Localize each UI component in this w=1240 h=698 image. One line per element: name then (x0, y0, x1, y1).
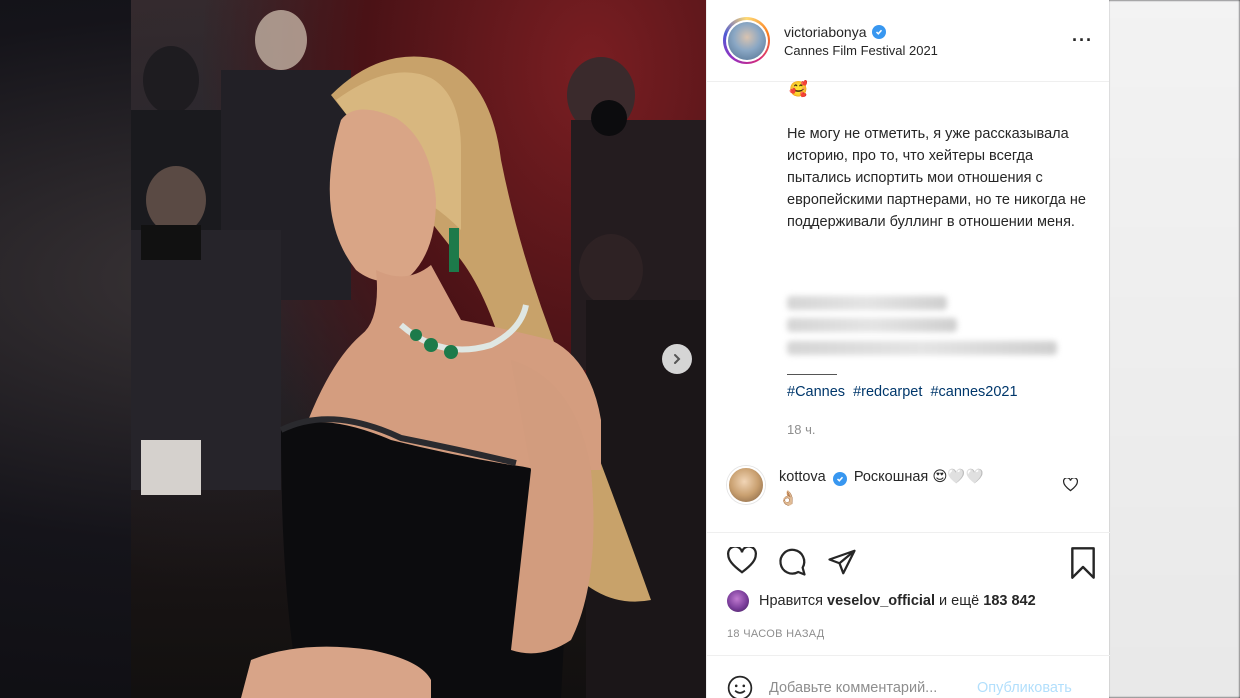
add-comment-bar: Опубликовать (727, 675, 1097, 698)
caption-emoji: 🥰 (789, 81, 808, 98)
hashtag-link[interactable]: #cannes2021 (930, 384, 1017, 400)
avatar-image (727, 21, 766, 60)
share-icon[interactable] (827, 547, 857, 577)
post-photo (131, 0, 706, 698)
likes-summary: Нравится veselov_official и ещё 183 842 (727, 590, 1036, 612)
next-photo-button[interactable] (662, 344, 692, 374)
blurred-background-right (1108, 0, 1240, 698)
hashtag-link[interactable]: #Cannes (787, 384, 845, 400)
commenter-username[interactable]: kottova (779, 469, 826, 485)
post-caption: Не могу не отметить, я уже рассказывала … (787, 126, 1086, 230)
liker-avatar[interactable] (727, 590, 749, 612)
divider (707, 655, 1110, 656)
chevron-right-icon (674, 354, 681, 364)
comment-input[interactable] (769, 680, 969, 696)
post-header: victoriabonya Cannes Film Festival 2021 … (707, 0, 1109, 82)
red-carpet-photo (131, 10, 706, 698)
comment-emoji-line: 👌🏼 (779, 491, 798, 507)
bookmark-icon[interactable] (1069, 547, 1097, 579)
commenter-avatar[interactable] (727, 466, 765, 504)
caption-separator (787, 374, 837, 375)
more-options-icon[interactable]: ··· (1072, 30, 1093, 51)
action-bar (723, 547, 1097, 579)
post-timestamp: 18 ЧАСОВ НАЗАД (727, 628, 825, 640)
post-sidebar: victoriabonya Cannes Film Festival 2021 … (706, 0, 1110, 698)
blurred-text-line (787, 296, 947, 310)
divider (707, 532, 1110, 533)
verified-badge-icon (832, 472, 847, 486)
comment-text: Роскошная 😍🤍🤍 (853, 469, 984, 485)
publish-button[interactable]: Опубликовать (977, 680, 1072, 696)
hashtag-link[interactable]: #redcarpet (853, 384, 922, 400)
caption-timestamp: 18 ч. (787, 422, 816, 437)
likes-prefix: Нравится (759, 593, 823, 609)
liker-username[interactable]: veselov_official (827, 593, 935, 609)
likes-middle: и ещё (939, 593, 980, 609)
blurred-text-line (787, 318, 957, 332)
comment-icon[interactable] (777, 547, 807, 577)
comment-item: kottova Роскошная 😍🤍🤍 👌🏼 (727, 466, 1097, 510)
likes-count[interactable]: 183 842 (983, 593, 1035, 609)
emoji-icon[interactable] (727, 675, 753, 698)
avatar[interactable] (723, 17, 770, 64)
verified-badge-icon (871, 24, 886, 39)
post-username[interactable]: victoriabonya (784, 24, 867, 40)
hashtags: #Cannes #redcarpet #cannes2021 (787, 384, 1022, 400)
post-location[interactable]: Cannes Film Festival 2021 (784, 43, 938, 58)
heart-icon[interactable] (727, 547, 757, 575)
comment-like-heart-icon[interactable] (1063, 478, 1078, 492)
blurred-text-line (787, 341, 1057, 355)
